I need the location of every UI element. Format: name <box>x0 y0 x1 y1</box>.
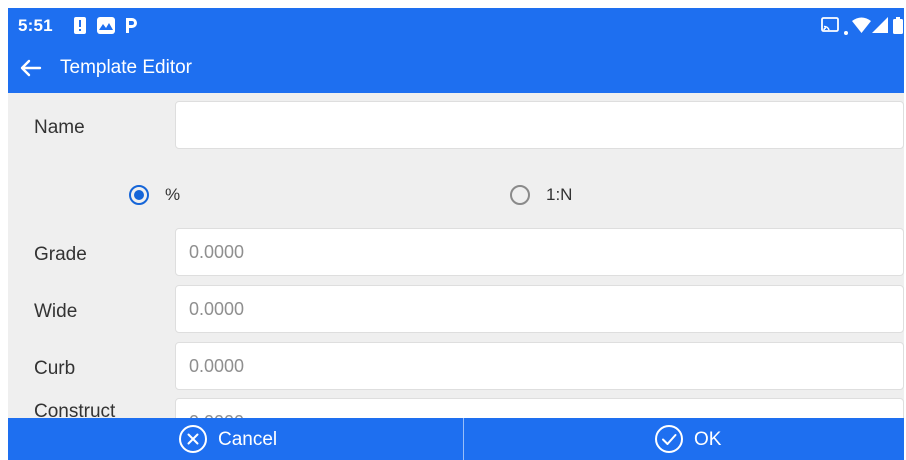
circle-x-icon <box>178 424 208 459</box>
signal-icon <box>872 17 888 38</box>
arrow-left-icon[interactable] <box>16 53 46 83</box>
cancel-button-label: Cancel <box>218 429 278 450</box>
curb-row: Curb <box>8 342 904 392</box>
cast-icon <box>821 17 839 38</box>
wifi-icon <box>852 17 871 38</box>
ok-button-label: OK <box>694 429 722 450</box>
template-form: Name % 1:N Grade Wide Curb Construct <box>8 93 904 418</box>
circle-check-icon <box>654 424 684 459</box>
parking-icon <box>124 17 138 39</box>
curb-label: Curb <box>34 358 76 379</box>
curb-input[interactable] <box>175 342 904 390</box>
construct-row: Construct <box>8 390 904 418</box>
name-row: Name <box>8 101 904 151</box>
grade-input[interactable] <box>175 228 904 276</box>
bottom-action-bar: Cancel OK <box>8 418 904 460</box>
photos-icon <box>97 17 115 39</box>
status-time: 5:51 <box>18 16 53 35</box>
dot-icon <box>844 22 848 40</box>
radio-unselected-icon <box>510 185 530 205</box>
ok-button[interactable]: OK <box>464 418 904 460</box>
radio-selected-icon <box>129 185 149 205</box>
wide-label: Wide <box>34 301 78 322</box>
name-label: Name <box>34 117 85 138</box>
radio-percent-label: % <box>165 185 181 204</box>
grade-row: Grade <box>8 228 904 278</box>
battery-icon <box>893 17 903 39</box>
wide-input[interactable] <box>175 285 904 333</box>
status-bar: 5:51 <box>8 8 904 43</box>
radio-ratio-label: 1:N <box>546 185 573 204</box>
construct-label: Construct <box>34 401 116 418</box>
app-bar: Template Editor <box>8 43 904 93</box>
wide-row: Wide <box>8 285 904 335</box>
alert-icon <box>73 17 87 39</box>
grade-label: Grade <box>34 244 87 265</box>
cancel-button[interactable]: Cancel <box>8 418 456 460</box>
app-screen: 5:51 Template Editor Name % 1:N Grade 0.… <box>8 8 904 460</box>
construct-input[interactable] <box>175 398 904 418</box>
name-input[interactable] <box>175 101 904 149</box>
page-title: Template Editor <box>60 57 193 78</box>
